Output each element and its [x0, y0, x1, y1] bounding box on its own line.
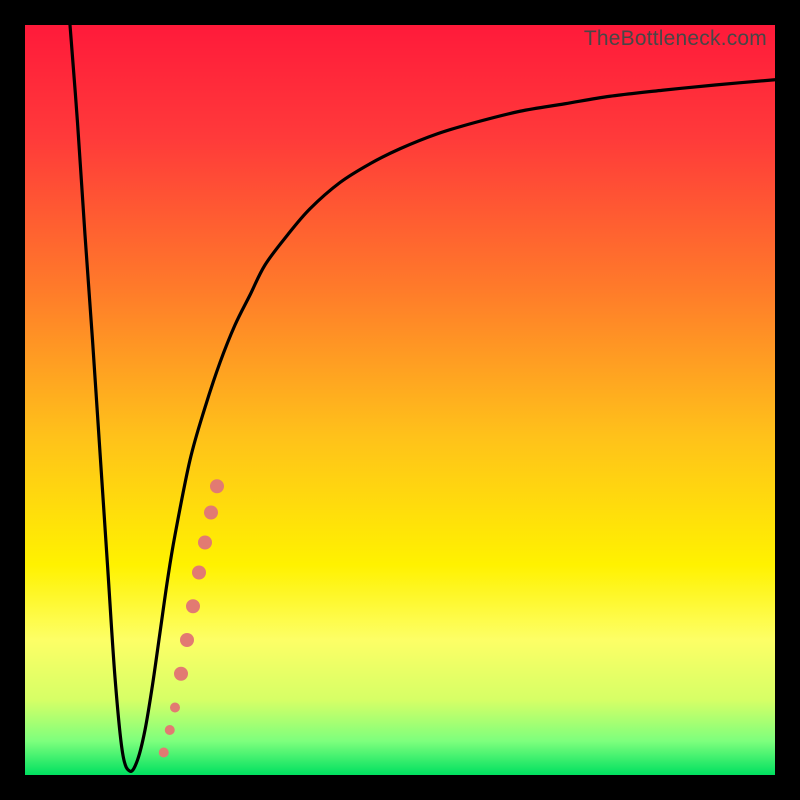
highlight-dot	[170, 703, 180, 713]
highlight-dot	[180, 633, 194, 647]
highlight-dot	[204, 506, 218, 520]
highlight-dot	[210, 479, 224, 493]
plot-area: TheBottleneck.com	[25, 25, 775, 775]
watermark-text: TheBottleneck.com	[584, 27, 767, 51]
curve-layer	[25, 25, 775, 775]
highlight-dot	[186, 599, 200, 613]
highlight-dot	[174, 667, 188, 681]
highlight-dot	[198, 536, 212, 550]
chart-frame: TheBottleneck.com	[0, 0, 800, 800]
bottleneck-curve	[70, 25, 775, 771]
highlight-dot	[159, 748, 169, 758]
highlight-dot	[192, 566, 206, 580]
highlight-dot	[165, 725, 175, 735]
highlight-dots	[159, 479, 224, 757]
